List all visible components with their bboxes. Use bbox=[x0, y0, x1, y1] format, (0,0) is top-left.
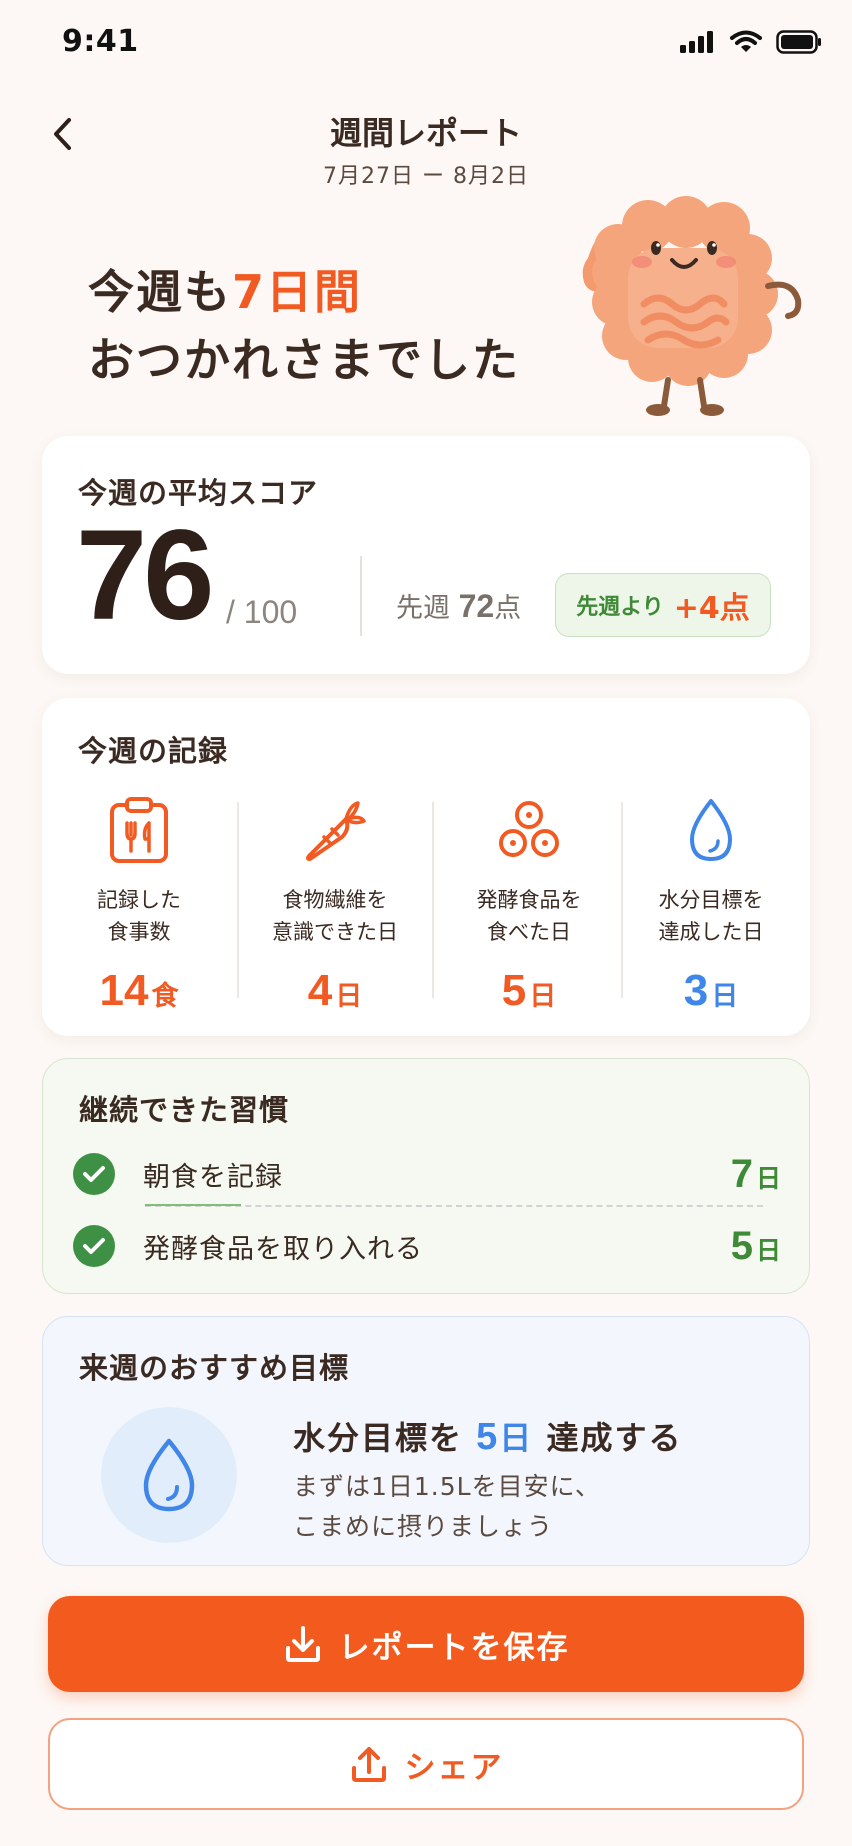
battery-icon bbox=[776, 30, 821, 54]
continued-habits-card: 継続できた習慣 朝食を記録 7日 発酵食品を取り入れる 5日 bbox=[42, 1058, 810, 1294]
goal-headline-suffix: 達成する bbox=[546, 1419, 683, 1457]
share-button[interactable]: シェア bbox=[48, 1718, 804, 1810]
record-water: 水分目標を達成した日 3日 bbox=[616, 790, 806, 1016]
record-value: 4 bbox=[307, 966, 333, 1015]
record-label-line1: 食物繊維を bbox=[282, 888, 388, 912]
habits-card-title: 継続できた習慣 bbox=[79, 1093, 290, 1127]
check-circle-icon bbox=[73, 1153, 115, 1195]
status-time: 9:41 bbox=[62, 24, 139, 59]
hero-prefix: 今週も bbox=[88, 265, 232, 319]
water-drop-icon bbox=[143, 1438, 195, 1512]
habit-label: 朝食を記録 bbox=[143, 1161, 283, 1193]
record-value: 5 bbox=[501, 966, 527, 1015]
habit-days-value: 5 bbox=[730, 1223, 753, 1268]
habit-row: 発酵食品を取り入れる 5日 bbox=[73, 1221, 781, 1271]
record-unit: 日 bbox=[529, 981, 557, 1012]
hero-heading-line2: おつかれさまでした bbox=[88, 333, 520, 387]
score-diff-badge: 先週より +4点 bbox=[555, 573, 771, 637]
record-label-line1: 水分目標を bbox=[658, 888, 764, 912]
record-label-line2: 意識できた日 bbox=[272, 920, 398, 944]
clipboard-utensils-icon bbox=[110, 797, 168, 863]
date-range: 7月27日 ー 8月2日 bbox=[323, 164, 529, 189]
save-report-button[interactable]: レポートを保存 bbox=[48, 1596, 804, 1692]
previous-week-score: 先週 72点 bbox=[396, 586, 521, 625]
goal-headline-unit: 日 bbox=[499, 1419, 534, 1457]
record-value: 14 bbox=[99, 966, 149, 1015]
record-divider bbox=[237, 802, 239, 998]
prev-week-unit: 点 bbox=[494, 593, 522, 624]
cellular-signal-icon bbox=[680, 31, 713, 53]
habit-days-unit: 日 bbox=[755, 1235, 781, 1265]
download-icon bbox=[285, 1626, 320, 1662]
goal-description: まずは1日1.5Lを目安に、 こまめに摂りましょう bbox=[293, 1467, 601, 1547]
habit-days-value: 7 bbox=[730, 1151, 753, 1196]
page-title: 週間レポート bbox=[329, 114, 522, 152]
habit-row: 朝食を記録 7日 bbox=[73, 1149, 781, 1199]
score-value: 76 bbox=[76, 504, 214, 647]
score-divider bbox=[360, 556, 362, 636]
carrot-icon bbox=[306, 801, 366, 861]
records-card-title: 今週の記録 bbox=[78, 734, 229, 768]
status-icons bbox=[680, 30, 822, 54]
goal-headline-number: 5 bbox=[476, 1416, 500, 1458]
record-label-line2: 食事数 bbox=[107, 920, 171, 944]
average-score-card: 今週の平均スコア 76 / 100 先週 72点 先週より +4点 bbox=[42, 436, 810, 674]
record-unit: 日 bbox=[711, 981, 739, 1012]
water-drop-icon bbox=[690, 799, 732, 861]
weekly-records-card: 今週の記録 記録した 食事数 14 食 食物繊維を 意識できた日 4日 発酵食品… bbox=[42, 698, 810, 1036]
diff-value: +4点 bbox=[673, 591, 750, 626]
prev-week-value: 72 bbox=[458, 588, 495, 624]
share-button-label: シェア bbox=[404, 1749, 504, 1786]
record-label-line1: 記録した bbox=[97, 888, 181, 912]
goal-card-title: 来週のおすすめ目標 bbox=[79, 1351, 350, 1385]
intestine-mascot-icon bbox=[582, 196, 802, 416]
record-fermented: 発酵食品を食べた日 5日 bbox=[434, 790, 624, 1016]
record-meals: 記録した食事数 14 食 bbox=[44, 790, 234, 1016]
record-label-line2: 食べた日 bbox=[487, 920, 571, 944]
prev-week-label: 先週 bbox=[396, 593, 450, 624]
fermented-beans-icon bbox=[499, 801, 559, 857]
record-value: 3 bbox=[683, 966, 709, 1015]
record-fiber: 食物繊維を意識できた日 4日 bbox=[240, 790, 430, 1016]
goal-headline-prefix: 水分目標を bbox=[293, 1419, 464, 1457]
save-button-label: レポートを保存 bbox=[338, 1629, 570, 1666]
check-circle-icon bbox=[73, 1225, 115, 1267]
wifi-icon bbox=[730, 30, 762, 52]
share-upload-icon bbox=[351, 1747, 386, 1782]
record-label-line2: 達成した日 bbox=[658, 920, 764, 944]
record-unit: 食 bbox=[151, 981, 179, 1012]
hero-accent: 7日間 bbox=[232, 265, 363, 319]
habit-separator-accent bbox=[145, 1204, 241, 1206]
habit-label: 発酵食品を取り入れる bbox=[143, 1233, 423, 1265]
record-unit: 日 bbox=[335, 981, 363, 1012]
goal-desc-line1: まずは1日1.5Lを目安に、 bbox=[293, 1472, 601, 1501]
diff-label: 先週より bbox=[576, 595, 664, 620]
goal-icon-circle bbox=[101, 1407, 237, 1543]
hero-heading-line1: 今週も7日間 bbox=[88, 256, 362, 322]
next-week-goal-card: 来週のおすすめ目標 水分目標を 5日 達成する まずは1日1.5Lを目安に、 こ… bbox=[42, 1316, 810, 1566]
record-label-line1: 発酵食品を bbox=[476, 888, 582, 912]
goal-desc-line2: こまめに摂りましょう bbox=[293, 1512, 554, 1541]
score-max: / 100 bbox=[226, 594, 298, 630]
goal-headline: 水分目標を 5日 達成する bbox=[293, 1413, 682, 1459]
habit-days-unit: 日 bbox=[755, 1163, 781, 1193]
